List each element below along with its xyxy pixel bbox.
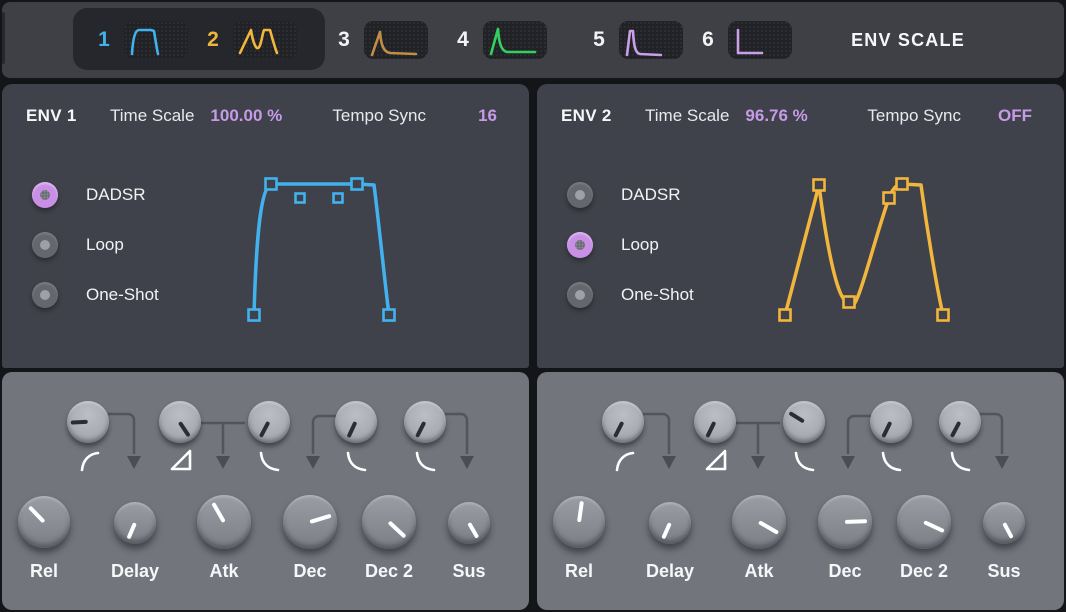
tempo-sync-label: Tempo Sync — [332, 106, 426, 126]
knob-label: Dec 2 — [347, 561, 431, 582]
decay2-knob-unit: Dec 2 — [882, 372, 966, 610]
sustain-knob-unit: Sus — [427, 372, 511, 610]
attack-knob[interactable] — [197, 495, 251, 549]
radio-button[interactable] — [567, 282, 593, 308]
env-tab-5[interactable]: 5 — [591, 2, 683, 78]
decay-knob-unit: Dec — [803, 372, 887, 610]
knob-label: Sus — [427, 561, 511, 582]
knob-label: Delay — [628, 561, 712, 582]
mode-loop[interactable]: Loop — [567, 230, 694, 260]
tab-number: 3 — [336, 28, 352, 52]
decay-knob[interactable] — [283, 495, 337, 549]
delay-knob[interactable] — [114, 502, 156, 544]
decay2-knob-unit: Dec 2 — [347, 372, 431, 610]
envelope-tab-bar: 1 2 3 4 5 6 ENV SCALE — [2, 2, 1064, 78]
decay-knob-unit: Dec — [268, 372, 352, 610]
env3-waveform-thumbnail — [364, 21, 428, 59]
time-scale-label: Time Scale — [645, 106, 729, 126]
attack-knob-unit: Atk — [182, 372, 266, 610]
env2-waveform-thumbnail — [233, 21, 297, 59]
mode-loop[interactable]: Loop — [32, 230, 159, 260]
time-scale-value[interactable]: 100.00 % — [210, 106, 320, 126]
env1-panel: ENV 1 Time Scale 100.00 % Tempo Sync 16 … — [2, 84, 529, 368]
env5-waveform-thumbnail — [619, 21, 683, 59]
knob-label: Atk — [182, 561, 266, 582]
tab-number: 6 — [700, 28, 716, 52]
release-knob-unit: Rel — [537, 372, 621, 610]
env-tab-3[interactable]: 3 — [336, 2, 428, 78]
radio-button[interactable] — [32, 282, 58, 308]
radio-button[interactable] — [567, 182, 593, 208]
env-tab-1[interactable]: 1 — [96, 2, 188, 78]
knob-label: Atk — [717, 561, 801, 582]
sustain-knob-unit: Sus — [962, 372, 1046, 610]
env-scale-button[interactable]: ENV SCALE — [843, 2, 973, 78]
env1-mode-selector: DADSR Loop One-Shot — [32, 180, 159, 330]
attack-knob-unit: Atk — [717, 372, 801, 610]
attack-knob[interactable] — [732, 495, 786, 549]
radio-button[interactable] — [567, 232, 593, 258]
tab-number: 1 — [96, 28, 112, 52]
decay2-knob[interactable] — [362, 495, 416, 549]
sustain-knob[interactable] — [448, 502, 490, 544]
env1-header: ENV 1 Time Scale 100.00 % Tempo Sync 16 — [2, 84, 529, 126]
release-knob-unit: Rel — [2, 372, 86, 610]
tempo-sync-label: Tempo Sync — [867, 106, 961, 126]
knob-label: Sus — [962, 561, 1046, 582]
env6-waveform-thumbnail — [728, 21, 792, 59]
env1-knob-panel: Delay Atk Dec Dec 2 Sus Rel — [2, 372, 529, 610]
mode-label: DADSR — [86, 185, 146, 205]
tab-number: 5 — [591, 28, 607, 52]
radio-button[interactable] — [32, 182, 58, 208]
time-scale-label: Time Scale — [110, 106, 194, 126]
panel-title: ENV 2 — [561, 106, 645, 126]
time-scale-value[interactable]: 96.76 % — [745, 106, 855, 126]
mode-label: Loop — [621, 235, 659, 255]
delay-knob[interactable] — [649, 502, 691, 544]
env2-header: ENV 2 Time Scale 96.76 % Tempo Sync OFF — [537, 84, 1064, 126]
envelope-editor: 1 2 3 4 5 6 ENV SCALE ENV 1 Time Scale — [0, 0, 1066, 612]
mode-one-shot[interactable]: One-Shot — [567, 280, 694, 310]
knob-label: Dec 2 — [882, 561, 966, 582]
env-tab-4[interactable]: 4 — [455, 2, 547, 78]
tempo-sync-value[interactable]: 16 — [478, 106, 497, 126]
env2-knob-panel: Delay Atk Dec Dec 2 Sus Rel — [537, 372, 1064, 610]
env-tab-2[interactable]: 2 — [205, 2, 297, 78]
delay-knob-unit: Delay — [628, 372, 712, 610]
knob-label: Rel — [537, 561, 621, 582]
delay-knob-unit: Delay — [93, 372, 177, 610]
env2-mode-selector: DADSR Loop One-Shot — [567, 180, 694, 330]
tab-number: 4 — [455, 28, 471, 52]
env2-panel: ENV 2 Time Scale 96.76 % Tempo Sync OFF … — [537, 84, 1064, 368]
mode-dadsr[interactable]: DADSR — [32, 180, 159, 210]
panel-title: ENV 1 — [26, 106, 110, 126]
env1-waveform-thumbnail — [124, 21, 188, 59]
mode-dadsr[interactable]: DADSR — [567, 180, 694, 210]
sustain-knob[interactable] — [983, 502, 1025, 544]
release-knob[interactable] — [18, 496, 70, 548]
knob-label: Delay — [93, 561, 177, 582]
decay2-knob[interactable] — [897, 495, 951, 549]
mode-one-shot[interactable]: One-Shot — [32, 280, 159, 310]
knob-label: Dec — [803, 561, 887, 582]
mode-label: DADSR — [621, 185, 681, 205]
decay-knob[interactable] — [818, 495, 872, 549]
mode-label: One-Shot — [86, 285, 159, 305]
mode-label: Loop — [86, 235, 124, 255]
left-edge-notch — [2, 12, 5, 64]
tempo-sync-value[interactable]: OFF — [998, 106, 1032, 126]
env-tab-6[interactable]: 6 — [700, 2, 792, 78]
knob-label: Dec — [268, 561, 352, 582]
mode-label: One-Shot — [621, 285, 694, 305]
env4-waveform-thumbnail — [483, 21, 547, 59]
radio-button[interactable] — [32, 232, 58, 258]
release-knob[interactable] — [553, 496, 605, 548]
knob-label: Rel — [2, 561, 86, 582]
tab-number: 2 — [205, 28, 221, 52]
